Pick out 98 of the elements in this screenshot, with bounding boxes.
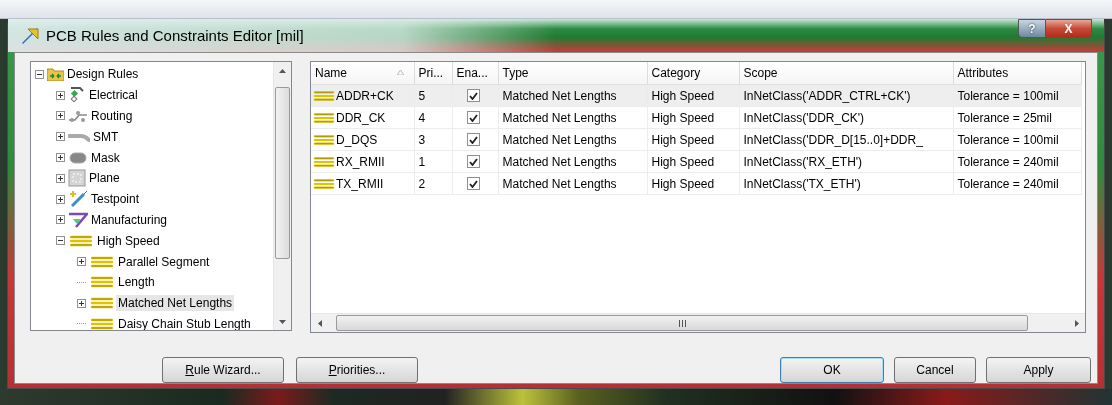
scroll-up-icon[interactable] — [279, 68, 286, 73]
table-cell: 4 — [414, 106, 452, 129]
table-cell: High Speed — [647, 106, 739, 129]
check-icon — [468, 113, 478, 122]
table-cell: InNetClass('RX_ETH') — [739, 150, 953, 173]
rule-name: DDR_CK — [336, 110, 386, 125]
component-icon — [68, 87, 86, 104]
dialog-button[interactable]: OK — [780, 357, 884, 383]
rule-name: TX_RMII — [336, 176, 384, 191]
tree-item[interactable]: High Speed — [95, 232, 162, 249]
table-cell: InNetClass('DDR_CK') — [739, 106, 953, 129]
horizontal-scrollbar[interactable] — [311, 313, 1085, 332]
table-cell: Tolerance = 25mil — [953, 106, 1081, 129]
table-cell: 1 — [414, 150, 452, 173]
checkbox[interactable] — [466, 89, 480, 102]
checkbox[interactable] — [466, 111, 480, 124]
table-cell: InNetClass('DDR_D[15..0]+DDR_ — [739, 128, 953, 151]
checkbox[interactable] — [466, 133, 480, 146]
table-cell: Tolerance = 100mil — [953, 128, 1081, 151]
ruler-icon — [20, 25, 40, 46]
check-icon — [468, 157, 478, 166]
collapse-toggle[interactable] — [35, 69, 44, 79]
column-header[interactable]: Name — [311, 62, 414, 85]
table-cell: Matched Net Lengths — [498, 172, 647, 195]
tree-item[interactable]: SMT — [91, 128, 121, 145]
dialog-button[interactable]: Rule Wizard... — [162, 357, 284, 383]
vertical-scrollbar[interactable] — [273, 62, 291, 330]
rule-name: ADDR+CK — [336, 88, 394, 103]
tree-item[interactable]: Testpoint — [89, 191, 142, 208]
check-icon — [468, 179, 478, 188]
dialog-button[interactable]: Priorities... — [296, 357, 418, 383]
rule-name: RX_RMII — [336, 154, 385, 169]
expand-toggle[interactable] — [56, 132, 65, 142]
tree-item[interactable]: Daisy Chain Stub Length — [116, 315, 253, 330]
tree-item[interactable]: Matched Net Lengths — [116, 295, 235, 312]
folder-icon — [47, 67, 64, 82]
table-cell: InNetClass('TX_ETH') — [739, 172, 953, 195]
column-header[interactable]: Attributes — [953, 62, 1081, 85]
table-cell: Tolerance = 240mil — [953, 150, 1081, 173]
table-cell: Tolerance = 240mil — [953, 172, 1081, 195]
table-cell: 3 — [414, 128, 452, 151]
table-cell: Matched Net Lengths — [498, 106, 647, 129]
expand-toggle[interactable] — [56, 111, 65, 121]
tree-item[interactable]: Plane — [87, 170, 122, 187]
checkbox[interactable] — [466, 155, 480, 168]
expand-toggle[interactable] — [56, 173, 65, 183]
scroll-left-icon[interactable] — [317, 319, 322, 327]
close-button[interactable]: X — [1046, 19, 1092, 38]
window-title: PCB Rules and Constraints Editor [mil] — [46, 27, 305, 44]
expand-toggle[interactable] — [56, 215, 65, 225]
expand-toggle[interactable] — [77, 257, 86, 267]
manufacturing-icon — [68, 211, 88, 228]
tree-item[interactable]: Length — [116, 274, 157, 291]
table-cell: High Speed — [647, 128, 739, 151]
column-header[interactable]: Type — [498, 62, 647, 85]
table-cell: 2 — [414, 172, 452, 195]
rule-name-cell[interactable]: ADDR+CK — [311, 84, 414, 107]
tree-item[interactable]: Design Rules — [65, 66, 141, 83]
checkbox[interactable] — [466, 177, 480, 190]
check-icon — [468, 91, 478, 100]
scroll-right-icon[interactable] — [1074, 319, 1079, 327]
table-cell: Matched Net Lengths — [498, 128, 647, 151]
rule-name-cell[interactable]: RX_RMII — [311, 150, 414, 173]
rule-name-cell[interactable]: D_DQS — [311, 128, 414, 151]
column-header[interactable]: Scope — [739, 62, 953, 85]
check-icon — [468, 135, 478, 144]
tree-item[interactable]: Parallel Segment — [116, 253, 212, 270]
dialog-button[interactable]: Cancel — [894, 357, 976, 383]
scrollbar-thumb[interactable] — [336, 315, 1028, 331]
dialog-button[interactable]: Apply — [986, 357, 1091, 383]
scrollbar-thumb[interactable] — [275, 87, 290, 259]
expand-toggle[interactable] — [56, 90, 65, 100]
probe-icon — [68, 190, 88, 209]
column-header[interactable]: Category — [647, 62, 739, 85]
expand-toggle[interactable] — [56, 194, 65, 204]
tree-item[interactable]: Mask — [89, 149, 122, 166]
table-cell: InNetClass('ADDR_CTRL+CK') — [739, 84, 953, 107]
column-header[interactable]: Ena... — [452, 62, 498, 85]
collapse-toggle[interactable] — [56, 236, 65, 246]
grip-icon — [678, 319, 686, 327]
table-cell: High Speed — [647, 172, 739, 195]
rule-name: D_DQS — [336, 132, 378, 147]
sort-arrow-icon — [396, 70, 404, 75]
expand-toggle[interactable] — [77, 298, 86, 308]
tree-item[interactable]: Manufacturing — [89, 211, 170, 228]
table-cell: Matched Net Lengths — [498, 84, 647, 107]
tree-item[interactable]: Routing — [89, 108, 135, 124]
plane-icon — [68, 169, 86, 188]
table-cell: Matched Net Lengths — [498, 150, 647, 173]
rule-name-cell[interactable]: TX_RMII — [311, 172, 414, 195]
tree-item[interactable]: Electrical — [87, 87, 140, 104]
column-header[interactable]: Pri... — [414, 62, 452, 85]
expand-toggle[interactable] — [56, 153, 65, 163]
rule-name-cell[interactable]: DDR_CK — [311, 106, 414, 129]
scroll-down-icon[interactable] — [279, 319, 286, 324]
pad-icon — [68, 150, 88, 165]
table-cell: High Speed — [647, 150, 739, 173]
routing-icon — [68, 109, 88, 123]
